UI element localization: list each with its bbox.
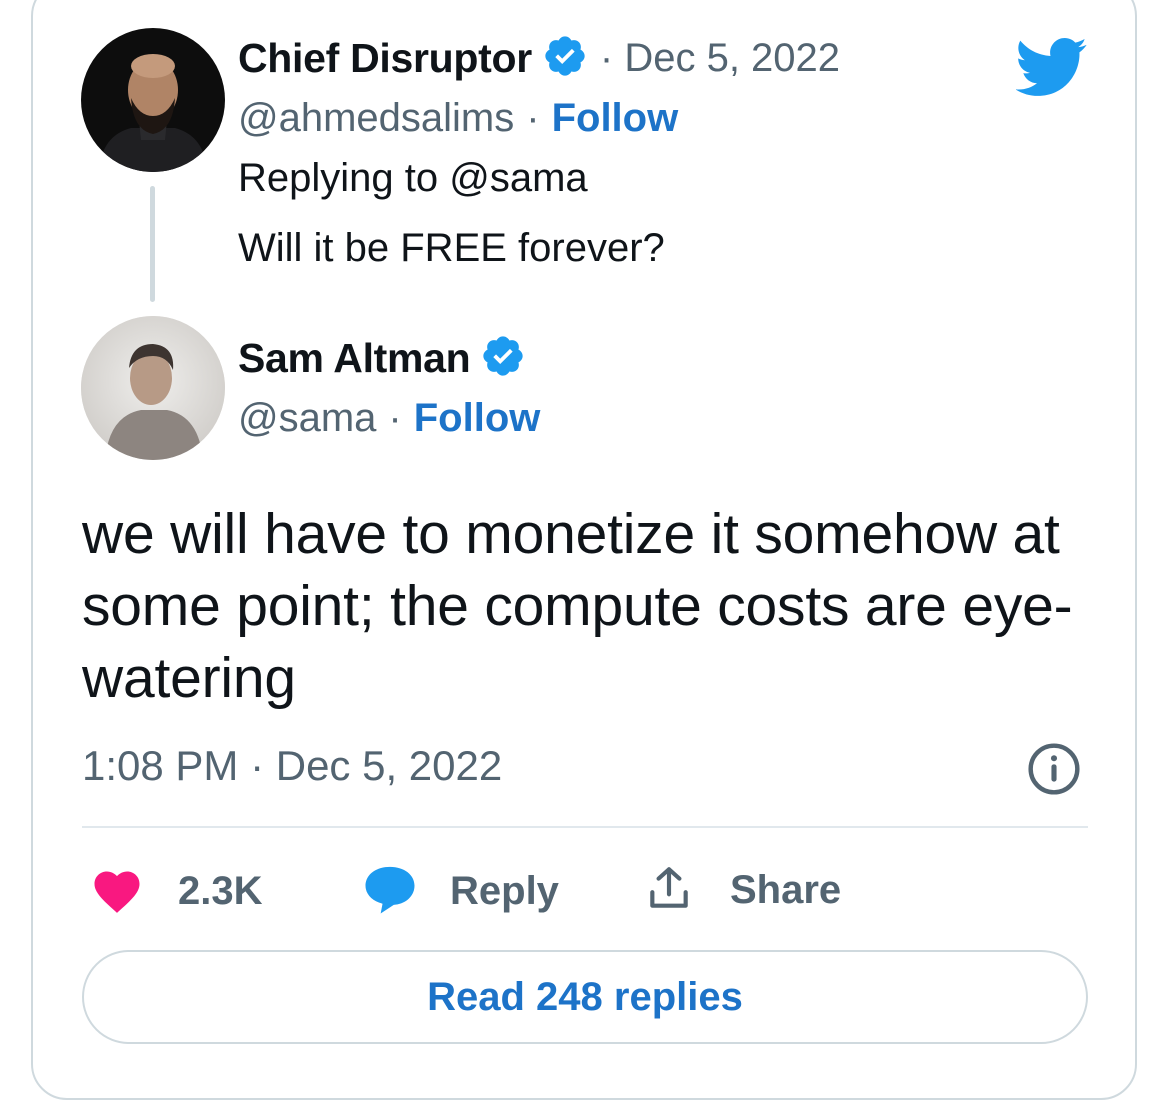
main-tweet-text: we will have to monetize it somehow at s… [82, 502, 1073, 710]
author-name[interactable]: Sam Altman [238, 335, 471, 382]
author-handle[interactable]: @ahmedsalims [238, 96, 514, 141]
tweet-date[interactable]: · Dec 5, 2022 [600, 36, 840, 81]
like-action[interactable]: 2.3K [90, 864, 263, 918]
author-name[interactable]: Chief Disruptor [238, 35, 532, 82]
share-label: Share [730, 867, 842, 912]
verified-badge-icon [480, 333, 526, 384]
twitter-bird-icon[interactable] [1015, 38, 1088, 101]
parent-handle-row: @ahmedsalims · Follow [238, 92, 678, 144]
verified-badge-icon [542, 33, 588, 84]
avatar-sam-altman[interactable] [81, 316, 225, 460]
share-icon[interactable] [644, 862, 694, 919]
handle-separator: · [526, 95, 540, 140]
follow-button[interactable]: Follow [414, 396, 541, 441]
author-handle[interactable]: @sama [238, 396, 376, 441]
reply-label: Reply [450, 868, 559, 913]
parent-header-row: Chief Disruptor · Dec 5, 2022 [238, 30, 840, 86]
thread-connector-line [150, 186, 155, 302]
like-count: 2.3K [178, 868, 263, 913]
handle-separator: · [388, 395, 402, 440]
info-icon[interactable] [1026, 741, 1082, 802]
main-header-row: Sam Altman [238, 330, 526, 386]
replying-to[interactable]: Replying to @sama [238, 152, 588, 204]
read-replies-button[interactable]: Read 248 replies [82, 950, 1088, 1044]
reply-bubble-icon[interactable] [362, 863, 418, 920]
share-action[interactable]: Share [644, 862, 841, 918]
heart-icon[interactable] [90, 864, 144, 919]
follow-button[interactable]: Follow [552, 96, 679, 141]
reply-action[interactable]: Reply [362, 864, 559, 918]
parent-tweet-text: Will it be FREE forever? [238, 225, 665, 270]
main-handle-row: @sama · Follow [238, 392, 540, 444]
avatar-chief-disruptor[interactable] [81, 28, 225, 172]
tweet-timestamp[interactable]: 1:08 PM · Dec 5, 2022 [82, 740, 502, 792]
divider [82, 826, 1088, 828]
